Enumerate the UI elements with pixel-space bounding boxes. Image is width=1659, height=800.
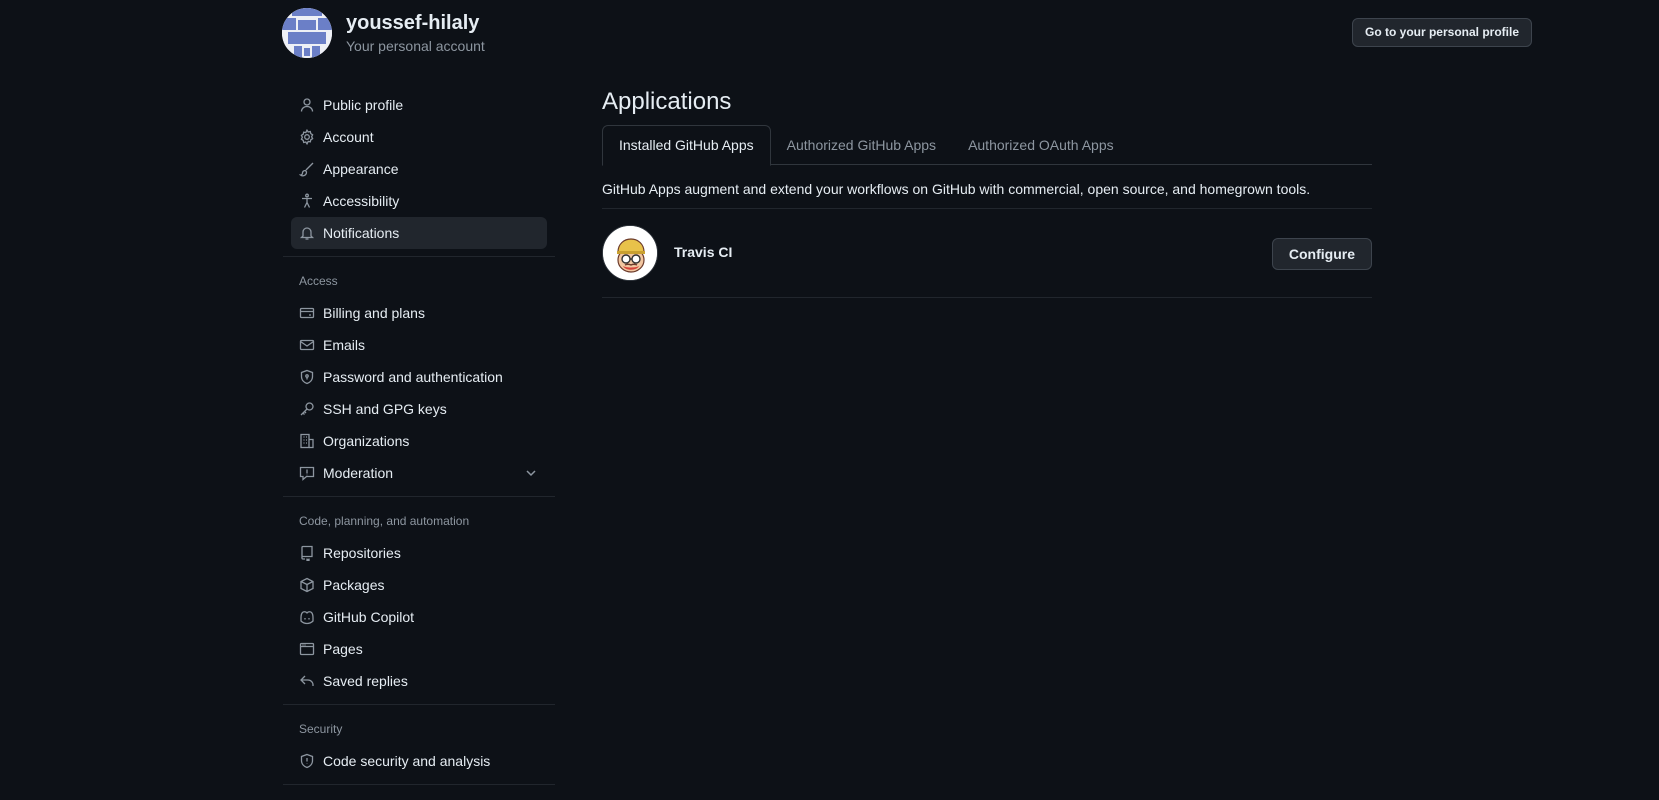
- sidebar-item-label: GitHub Copilot: [323, 609, 415, 625]
- sidebar-item-password-authentication[interactable]: Password and authentication: [291, 361, 547, 393]
- sidebar-item-emails[interactable]: Emails: [291, 329, 547, 361]
- sidebar-item-accessibility[interactable]: Accessibility: [291, 185, 547, 217]
- sidebar-item-label: Emails: [323, 337, 366, 353]
- paintbrush-icon: [299, 161, 315, 177]
- account-type-label: Your personal account: [346, 38, 485, 54]
- sidebar-item-label: Organizations: [323, 433, 410, 449]
- list-item: Travis CI Configure: [602, 209, 1372, 298]
- applications-panel: Applications Installed GitHub Apps Autho…: [602, 82, 1372, 298]
- sidebar-divider: [283, 784, 555, 785]
- tab-installed-github-apps[interactable]: Installed GitHub Apps: [602, 125, 771, 166]
- sidebar-item-label: Packages: [323, 577, 385, 593]
- sidebar-item-moderation[interactable]: Moderation: [291, 457, 547, 489]
- sidebar-divider: [283, 256, 555, 257]
- sidebar-item-label: Account: [323, 129, 374, 145]
- tab-authorized-github-apps[interactable]: Authorized GitHub Apps: [771, 125, 952, 165]
- sidebar-item-notifications[interactable]: Notifications: [291, 217, 547, 249]
- sidebar-divider: [283, 704, 555, 705]
- sidebar-item-organizations[interactable]: Organizations: [291, 425, 547, 457]
- configure-button[interactable]: Configure: [1271, 238, 1372, 270]
- sidebar-item-label: Accessibility: [323, 193, 400, 209]
- report-icon: [299, 465, 315, 481]
- sidebar-item-public-profile[interactable]: Public profile: [291, 89, 547, 121]
- sidebar-item-label: Pages: [323, 641, 363, 657]
- sidebar-item-ssh-gpg-keys[interactable]: SSH and GPG keys: [291, 393, 547, 425]
- settings-sidebar: Public profile Account Appearance Access…: [283, 89, 555, 793]
- username[interactable]: youssef-hilaly: [346, 12, 479, 35]
- sidebar-item-label: Code security and analysis: [323, 753, 491, 769]
- reply-icon: [299, 673, 315, 689]
- page-title: Applications: [602, 88, 732, 115]
- sidebar-item-label: SSH and GPG keys: [323, 401, 447, 417]
- sidebar-item-label: Notifications: [323, 225, 400, 241]
- sidebar-item-repositories[interactable]: Repositories: [291, 537, 547, 569]
- sidebar-section-heading-access: Access: [299, 274, 338, 288]
- sidebar-item-account[interactable]: Account: [291, 121, 547, 153]
- shield-icon: [299, 753, 315, 769]
- sidebar-item-label: Saved replies: [323, 673, 408, 689]
- applications-tabs: Installed GitHub Apps Authorized GitHub …: [602, 125, 1372, 166]
- sidebar-item-label: Moderation: [323, 465, 394, 481]
- copilot-icon: [299, 609, 315, 625]
- organization-icon: [299, 433, 315, 449]
- avatar[interactable]: [282, 8, 332, 58]
- sidebar-item-label: Password and authentication: [323, 369, 503, 385]
- sidebar-section-heading-security: Security: [299, 722, 343, 736]
- travis-ci-logo[interactable]: [602, 225, 658, 281]
- mail-icon: [299, 337, 315, 353]
- go-to-profile-button[interactable]: Go to your personal profile: [1351, 18, 1532, 47]
- account-header: youssef-hilaly Your personal account Go …: [282, 8, 1532, 58]
- chevron-down-icon[interactable]: [523, 465, 539, 481]
- sidebar-item-appearance[interactable]: Appearance: [291, 153, 547, 185]
- sidebar-item-label: Appearance: [323, 161, 399, 177]
- tab-authorized-oauth-apps[interactable]: Authorized OAuth Apps: [952, 125, 1130, 165]
- app-name[interactable]: Travis CI: [674, 244, 732, 260]
- apps-description: GitHub Apps augment and extend your work…: [602, 165, 1372, 209]
- sidebar-item-saved-replies[interactable]: Saved replies: [291, 665, 547, 697]
- sidebar-item-billing[interactable]: Billing and plans: [291, 297, 547, 329]
- key-icon: [299, 401, 315, 417]
- sidebar-section-heading-code: Code, planning, and automation: [299, 514, 470, 528]
- sidebar-item-label: Public profile: [323, 97, 404, 113]
- person-icon: [299, 97, 315, 113]
- accessibility-icon: [299, 193, 315, 209]
- package-icon: [299, 577, 315, 593]
- repo-icon: [299, 545, 315, 561]
- sidebar-item-label: Billing and plans: [323, 305, 425, 321]
- bell-icon: [299, 225, 315, 241]
- sidebar-item-github-copilot[interactable]: GitHub Copilot: [291, 601, 547, 633]
- sidebar-item-label: Repositories: [323, 545, 401, 561]
- sidebar-item-code-security[interactable]: Code security and analysis: [291, 745, 547, 777]
- sidebar-divider: [283, 496, 555, 497]
- gear-icon: [299, 129, 315, 145]
- sidebar-item-pages[interactable]: Pages: [291, 633, 547, 665]
- shield-lock-icon: [299, 369, 315, 385]
- credit-card-icon: [299, 305, 315, 321]
- sidebar-item-packages[interactable]: Packages: [291, 569, 547, 601]
- browser-icon: [299, 641, 315, 657]
